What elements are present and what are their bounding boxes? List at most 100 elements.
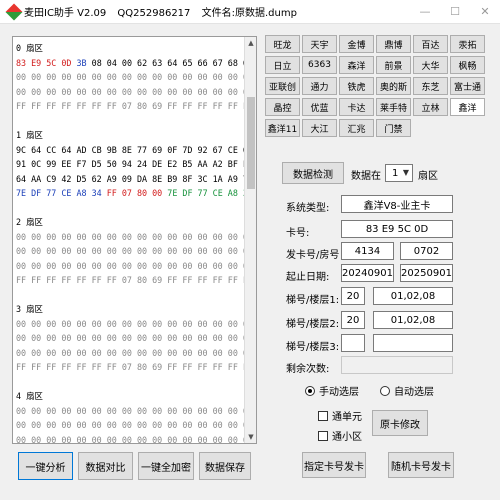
room-no-field[interactable]: 0702 bbox=[400, 242, 453, 260]
end-date-field[interactable]: 20250901 bbox=[400, 264, 453, 282]
issue-random-card-button[interactable]: 随机卡号发卡 bbox=[388, 452, 454, 478]
radio-selected-icon bbox=[305, 385, 315, 396]
hex-scrollbar[interactable]: ▲ ▼ bbox=[244, 37, 256, 443]
hex-line: 00 00 00 00 00 00 00 00 00 00 00 00 00 0… bbox=[16, 420, 244, 430]
company-button[interactable]: 前景 bbox=[376, 56, 411, 74]
close-button[interactable]: ✕ bbox=[470, 0, 500, 24]
hex-line: 00 00 00 00 00 00 00 00 00 00 00 00 00 0… bbox=[16, 72, 244, 82]
company-button[interactable]: 森洋 bbox=[339, 56, 374, 74]
window-title: 麦田IC助手 V2.09 QQ252986217 文件名:原数据.dump bbox=[24, 4, 305, 19]
system-type-field[interactable]: 鑫洋V8-业主卡 bbox=[341, 195, 453, 213]
auto-floor-radio[interactable]: 自动选层 bbox=[380, 383, 434, 398]
hex-dump-panel[interactable]: 0 扇区 83 E9 5C 0D 3B 08 04 00 62 63 64 65 … bbox=[12, 36, 257, 444]
company-button[interactable]: 天宇 bbox=[302, 35, 337, 53]
company-button[interactable]: 卡达 bbox=[339, 98, 374, 116]
company-button[interactable]: 鑫洋 bbox=[450, 98, 485, 116]
encrypt-all-button[interactable]: 一键全加密 bbox=[138, 452, 194, 480]
hex-line: 00 00 00 00 00 00 00 00 00 00 00 00 00 0… bbox=[16, 347, 244, 358]
detect-data-button[interactable]: 数据检测 bbox=[282, 162, 344, 184]
issue-specified-card-button[interactable]: 指定卡号发卡 bbox=[302, 452, 366, 478]
floor1-floors-field[interactable]: 01,02,08 bbox=[373, 287, 453, 305]
floor2-floors-field[interactable]: 01,02,08 bbox=[373, 311, 453, 329]
company-button[interactable]: 大江 bbox=[302, 119, 337, 137]
floor1-label: 梯号/楼层1: bbox=[286, 295, 340, 306]
hex-line: 7E DF 77 CE A8 34 FF 07 80 00 7E DF 77 C… bbox=[16, 186, 244, 201]
company-button[interactable]: 日立 bbox=[265, 56, 300, 74]
scroll-up-icon[interactable]: ▲ bbox=[245, 37, 256, 49]
app-name: 麦田IC助手 V2.09 bbox=[24, 8, 107, 19]
company-button[interactable]: 百达 bbox=[413, 35, 448, 53]
hex-segment: FF 07 80 00 bbox=[106, 188, 168, 198]
scroll-thumb[interactable] bbox=[247, 97, 255, 189]
chevron-down-icon: ▼ bbox=[402, 168, 409, 177]
radio-empty-icon bbox=[380, 385, 390, 396]
scroll-down-icon[interactable]: ▼ bbox=[245, 431, 256, 443]
sector-header: 2 扇区 bbox=[16, 217, 43, 227]
auto-floor-label: 自动选层 bbox=[394, 387, 434, 398]
issue-no-field[interactable]: 4134 bbox=[341, 242, 394, 260]
sector-header: 0 扇区 bbox=[16, 43, 43, 53]
floor3-label: 梯号/楼层3: bbox=[286, 342, 340, 353]
sector-header: 1 扇区 bbox=[16, 130, 43, 140]
pass-area-checkbox[interactable]: 通小区 bbox=[318, 428, 362, 443]
company-button[interactable]: 6363 bbox=[302, 56, 337, 74]
hex-segment: 08 04 00 62 63 64 65 66 67 68 69 bbox=[91, 57, 244, 68]
hex-line: 83 E9 5C 0D 3B 08 04 00 62 63 64 65 66 6… bbox=[16, 56, 244, 71]
hex-line bbox=[16, 201, 244, 216]
floor1-ladder-field[interactable]: 20 bbox=[341, 287, 365, 305]
maximize-button[interactable]: ☐ bbox=[440, 0, 470, 24]
remaining-field bbox=[341, 356, 453, 374]
hex-line: 64 AA C9 42 D5 62 A9 09 DA 8E B9 8F 3C 1… bbox=[16, 173, 244, 184]
floor3-ladder-field[interactable] bbox=[341, 334, 365, 352]
hex-line: 00 00 00 00 00 00 00 00 00 00 00 00 00 0… bbox=[16, 434, 244, 444]
sector-select[interactable]: 1 ▼ bbox=[385, 164, 413, 182]
manual-floor-radio[interactable]: 手动选层 bbox=[305, 383, 359, 398]
company-button[interactable]: 鼎博 bbox=[376, 35, 411, 53]
company-button[interactable]: 汞拓 bbox=[450, 35, 485, 53]
file-name: 文件名:原数据.dump bbox=[201, 8, 297, 19]
sector-header: 3 扇区 bbox=[16, 304, 43, 314]
hex-line: 00 00 00 00 00 00 00 00 00 00 00 00 00 0… bbox=[16, 318, 244, 329]
sector-select-value: 1 bbox=[392, 167, 399, 179]
qq-number: QQ252986217 bbox=[117, 8, 191, 19]
company-button[interactable]: 铁虎 bbox=[339, 77, 374, 95]
company-button[interactable]: 金博 bbox=[339, 35, 374, 53]
hex-line: FF FF FF FF FF FF FF 07 80 69 FF FF FF F… bbox=[16, 101, 244, 111]
company-button[interactable]: 大华 bbox=[413, 56, 448, 74]
company-button[interactable]: 亚联创 bbox=[265, 77, 300, 95]
minimize-button[interactable]: — bbox=[410, 0, 440, 24]
compare-button[interactable]: 数据对比 bbox=[78, 452, 133, 480]
start-date-field[interactable]: 20240901 bbox=[341, 264, 394, 282]
hex-line: 00 00 00 00 00 00 00 00 00 00 00 00 00 0… bbox=[16, 405, 244, 416]
modify-card-button[interactable]: 原卡修改 bbox=[372, 410, 428, 436]
company-button[interactable]: 立林 bbox=[413, 98, 448, 116]
hex-dump-text[interactable]: 0 扇区 83 E9 5C 0D 3B 08 04 00 62 63 64 65 … bbox=[16, 41, 244, 444]
pass-unit-checkbox[interactable]: 通单元 bbox=[318, 408, 362, 423]
company-button[interactable]: 鑫洋11 bbox=[265, 119, 300, 137]
company-button[interactable]: 优蓝 bbox=[302, 98, 337, 116]
data-in-label: 数据在 bbox=[351, 171, 381, 182]
company-button[interactable]: 东芝 bbox=[413, 77, 448, 95]
save-data-button[interactable]: 数据保存 bbox=[199, 452, 251, 480]
sector-suffix-label: 扇区 bbox=[418, 171, 438, 182]
company-button[interactable]: 莱手特 bbox=[376, 98, 411, 116]
floor3-floors-field[interactable] bbox=[373, 334, 453, 352]
card-no-field[interactable]: 83 E9 5C 0D bbox=[341, 220, 453, 238]
company-button[interactable]: 门禁 bbox=[376, 119, 411, 137]
checkbox-icon bbox=[318, 430, 328, 441]
company-button[interactable]: 旺龙 bbox=[265, 35, 300, 53]
hex-line: 00 00 00 00 00 00 00 00 00 00 00 00 00 0… bbox=[16, 231, 244, 242]
card-no-label: 卡号: bbox=[286, 228, 310, 239]
hex-segment: 83 E9 5C 0D bbox=[16, 57, 77, 68]
floor2-ladder-field[interactable]: 20 bbox=[341, 311, 365, 329]
hex-line: 9C 64 CC 64 AD CB 9B 8E 77 69 0F 7D 92 6… bbox=[16, 144, 244, 155]
company-button[interactable]: 奥的斯 bbox=[376, 77, 411, 95]
analyze-button[interactable]: 一键分析 bbox=[18, 452, 73, 480]
company-button[interactable]: 通力 bbox=[302, 77, 337, 95]
company-button[interactable]: 汇兆 bbox=[339, 119, 374, 137]
company-button[interactable]: 富士通 bbox=[450, 77, 485, 95]
date-range-label: 起止日期: bbox=[286, 272, 330, 283]
company-button[interactable]: 枫畅 bbox=[450, 56, 485, 74]
app-logo-icon bbox=[5, 3, 23, 20]
company-button[interactable]: 晶控 bbox=[265, 98, 300, 116]
